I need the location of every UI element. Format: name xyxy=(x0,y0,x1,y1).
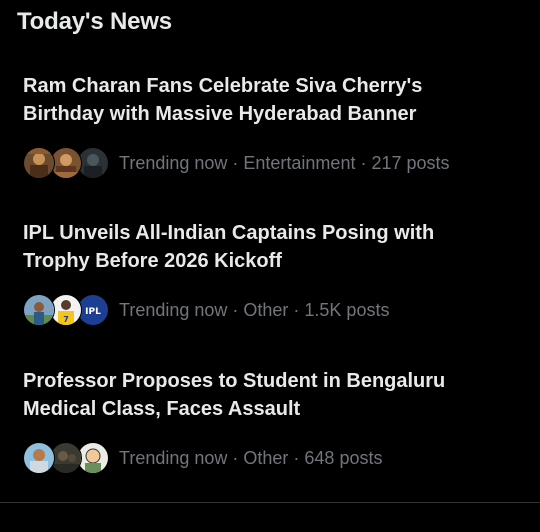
avatar-stack xyxy=(23,442,109,474)
avatar-stack: 7 IPL xyxy=(23,294,109,326)
news-meta: Trending now · Entertainment · 217 posts xyxy=(119,152,450,173)
news-headline[interactable]: Ram Charan Fans Celebrate Siva Cherry's … xyxy=(23,72,503,128)
section-divider xyxy=(0,502,540,503)
news-item-2[interactable]: IPL Unveils All-Indian Captains Posing w… xyxy=(0,219,540,326)
svg-text:7: 7 xyxy=(63,315,69,324)
player-thumbnail xyxy=(23,294,55,326)
news-item-1[interactable]: Ram Charan Fans Celebrate Siva Cherry's … xyxy=(0,72,540,179)
avatar-stack xyxy=(23,147,109,179)
news-meta: Trending now · Other · 1.5K posts xyxy=(119,299,390,320)
news-headline[interactable]: Professor Proposes to Student in Bengalu… xyxy=(23,367,503,423)
news-meta-row: Trending now · Entertainment · 217 posts xyxy=(0,147,540,179)
news-item-3[interactable]: Professor Proposes to Student in Bengalu… xyxy=(0,367,540,474)
news-headline[interactable]: IPL Unveils All-Indian Captains Posing w… xyxy=(23,219,503,275)
section-title: Today's News xyxy=(17,8,172,35)
news-meta-row: Trending now · Other · 648 posts xyxy=(0,442,540,474)
person-thumbnail xyxy=(23,442,55,474)
fan-banner-thumbnail xyxy=(23,147,55,179)
ipl-logo-text: IPL xyxy=(85,307,101,317)
news-meta-row: 7 IPL Trending now · Other · 1.5K posts xyxy=(0,294,540,326)
news-meta: Trending now · Other · 648 posts xyxy=(119,447,383,468)
